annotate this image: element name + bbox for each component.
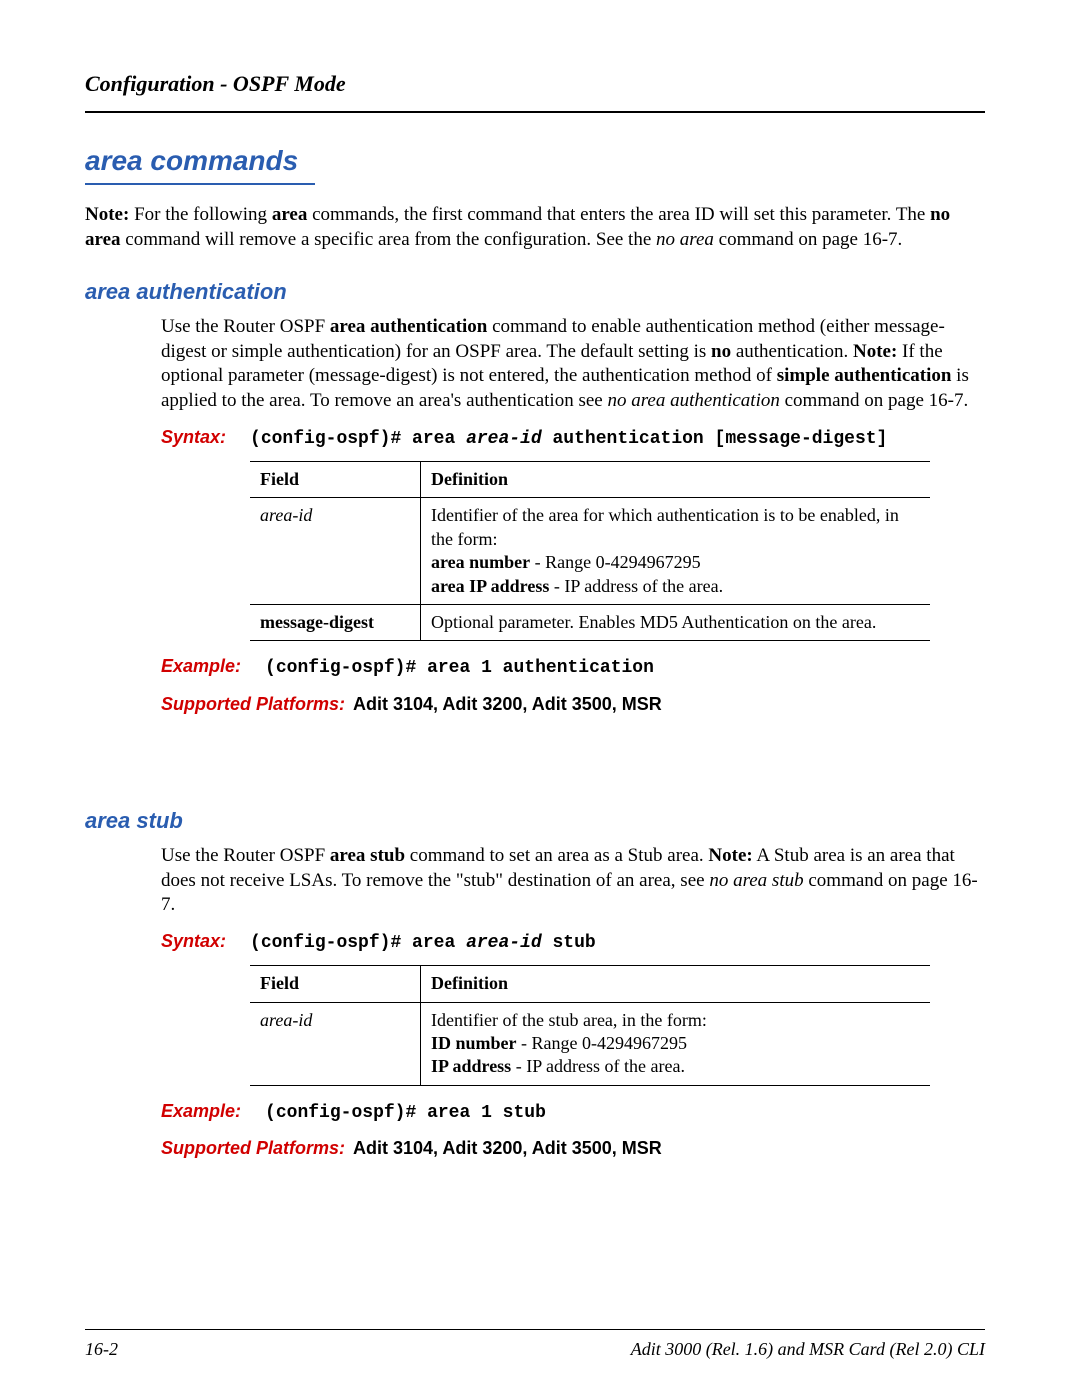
stub-r1-field: area-id <box>250 1002 421 1085</box>
supported-platforms-label: Supported Platforms: <box>161 1137 345 1160</box>
syntax-label: Syntax: <box>161 426 226 449</box>
auth-p1e: authentication. <box>731 341 853 362</box>
auth-p2b: simple authentication <box>777 365 952 386</box>
auth-example-cmd: (config-ospf)# area 1 authentication <box>265 657 654 680</box>
intro-text-2: commands, the first command that enters … <box>307 204 930 225</box>
stub-syntax-post: stub <box>542 933 596 953</box>
auth-p1d: no <box>711 341 731 362</box>
table-header-row: Field Definition <box>250 462 930 498</box>
section-title-area-commands: area commands <box>85 143 985 179</box>
stub-paragraph: Use the Router OSPF area stub command to… <box>161 844 985 918</box>
stub-definition-table: Field Definition area-id Identifier of t… <box>250 965 930 1086</box>
intro-italic-noarea: no area <box>656 229 714 250</box>
stub-syntax-areaid: area-id <box>466 933 542 953</box>
stub-r1-t1: - Range 0-4294967295 <box>517 1033 687 1053</box>
auth-example-row: Example: (config-ospf)# area 1 authentic… <box>161 655 985 680</box>
auth-r1-t1: - Range 0-4294967295 <box>530 552 700 572</box>
table-header-row: Field Definition <box>250 966 930 1002</box>
auth-r1-b2: area IP address <box>431 576 549 596</box>
stub-r1-def: Identifier of the stub area, in the form… <box>421 1002 931 1085</box>
auth-syntax-row: Syntax: (config-ospf)# area area-id auth… <box>161 426 985 451</box>
section-title-underline <box>85 183 315 185</box>
supported-platforms-label: Supported Platforms: <box>161 693 345 716</box>
note-label: Note: <box>85 204 129 225</box>
header-rule <box>85 111 985 113</box>
auth-th-field: Field <box>250 462 421 498</box>
auth-p1b: area authentication <box>330 316 487 337</box>
section-intro: Note: For the following area commands, t… <box>85 203 985 252</box>
auth-p2e: command on page 16-7. <box>780 390 968 411</box>
stub-p1a: Use the Router OSPF <box>161 845 330 866</box>
auth-p1a: Use the Router OSPF <box>161 316 330 337</box>
subhead-area-stub: area stub <box>85 807 985 836</box>
stub-r1-b2: IP address <box>431 1056 511 1076</box>
example-label: Example: <box>161 1100 241 1123</box>
auth-paragraph: Use the Router OSPF area authentication … <box>161 315 985 414</box>
stub-note-label: Note: <box>708 845 752 866</box>
stub-platforms-value: Adit 3104, Adit 3200, Adit 3500, MSR <box>353 1137 662 1160</box>
stub-th-field: Field <box>250 966 421 1002</box>
stub-p1b: area stub <box>330 845 405 866</box>
stub-r1-line1: Identifier of the stub area, in the form… <box>431 1010 707 1030</box>
footer-page-number: 16-2 <box>85 1338 118 1361</box>
intro-text-3: command will remove a specific area from… <box>121 229 657 250</box>
stub-platforms-text: Adit 3104, Adit 3200, Adit 3500, MSR <box>353 1138 662 1158</box>
auth-platforms-row: Supported Platforms: Adit 3104, Adit 320… <box>161 693 985 716</box>
auth-r1-line1: Identifier of the area for which authent… <box>431 505 899 548</box>
auth-platforms-text: Adit 3104, Adit 3200, Adit 3500, MSR <box>353 694 662 714</box>
stub-syntax-pre: (config-ospf)# area <box>250 933 466 953</box>
stub-r1-b1: ID number <box>431 1033 517 1053</box>
page-running-head: Configuration - OSPF Mode <box>85 70 985 99</box>
table-row: area-id Identifier of the area for which… <box>250 498 930 605</box>
example-label: Example: <box>161 655 241 678</box>
table-row: area-id Identifier of the stub area, in … <box>250 1002 930 1085</box>
auth-r1-b1: area number <box>431 552 530 572</box>
stub-example-row: Example: (config-ospf)# area 1 stub <box>161 1100 985 1125</box>
auth-syntax-post: authentication [message-digest] <box>542 429 888 449</box>
table-row: message-digest Optional parameter. Enabl… <box>250 605 930 641</box>
page-footer: 16-2 Adit 3000 (Rel. 1.6) and MSR Card (… <box>85 1329 985 1361</box>
intro-bold-area: area <box>272 204 308 225</box>
auth-r2-def: Optional parameter. Enables MD5 Authenti… <box>421 605 931 641</box>
auth-definition-table: Field Definition area-id Identifier of t… <box>250 461 930 641</box>
auth-r1-t2: - IP address of the area. <box>549 576 723 596</box>
syntax-label: Syntax: <box>161 930 226 953</box>
intro-text-4: command on page 16-7. <box>714 229 902 250</box>
auth-p2d: no area authentication <box>607 390 779 411</box>
stub-p1e: no area stub <box>709 870 803 891</box>
auth-r1-def: Identifier of the area for which authent… <box>421 498 931 605</box>
auth-platforms-value: Adit 3104, Adit 3200, Adit 3500, MSR <box>353 693 662 716</box>
stub-syntax-row: Syntax: (config-ospf)# area area-id stub <box>161 930 985 955</box>
auth-syntax-areaid: area-id <box>466 429 542 449</box>
stub-syntax-command: (config-ospf)# area area-id stub <box>250 932 596 955</box>
stub-r1-t2: - IP address of the area. <box>511 1056 685 1076</box>
auth-note-label: Note: <box>853 341 897 362</box>
auth-r2-field: message-digest <box>250 605 421 641</box>
stub-p1c: command to set an area as a Stub area. <box>405 845 708 866</box>
stub-th-definition: Definition <box>421 966 931 1002</box>
intro-text-1: For the following <box>129 204 272 225</box>
auth-th-definition: Definition <box>421 462 931 498</box>
subhead-area-authentication: area authentication <box>85 278 985 307</box>
auth-syntax-pre: (config-ospf)# area <box>250 429 466 449</box>
auth-r1-field: area-id <box>250 498 421 605</box>
footer-doc-title: Adit 3000 (Rel. 1.6) and MSR Card (Rel 2… <box>631 1338 985 1361</box>
auth-syntax-command: (config-ospf)# area area-id authenticati… <box>250 428 887 451</box>
stub-example-cmd: (config-ospf)# area 1 stub <box>265 1102 546 1125</box>
stub-platforms-row: Supported Platforms: Adit 3104, Adit 320… <box>161 1137 985 1160</box>
